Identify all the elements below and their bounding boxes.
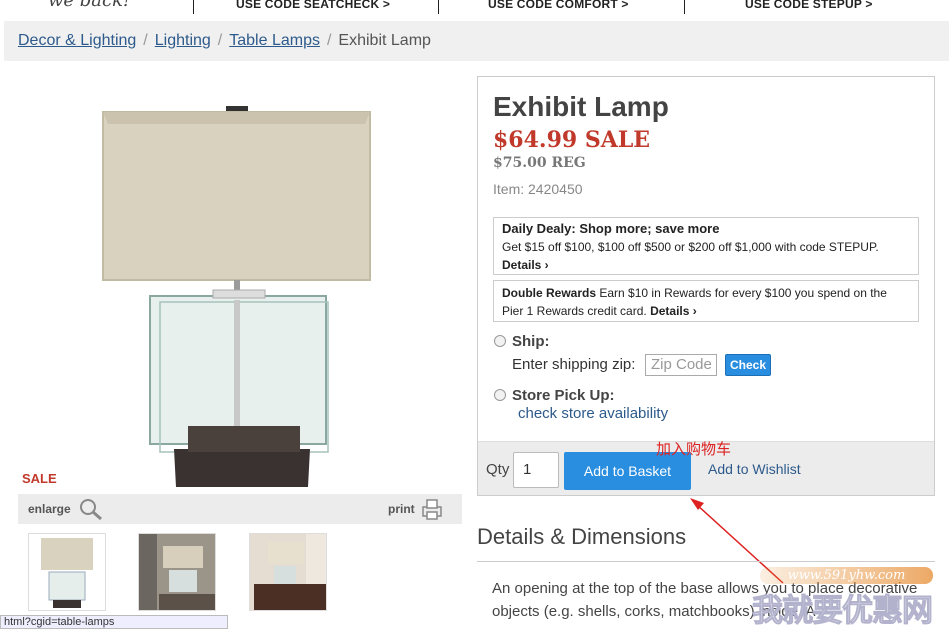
- breadcrumb-table-lamps[interactable]: Table Lamps: [229, 32, 320, 49]
- rewards-details-link[interactable]: Details ›: [650, 304, 697, 318]
- store-pickup-label: Store Pick Up:: [512, 387, 615, 404]
- check-store-availability-link[interactable]: check store availability: [518, 405, 668, 422]
- breadcrumb-separator: /: [326, 32, 332, 49]
- breadcrumb-separator: /: [217, 32, 223, 49]
- promo-bar: we back! USE CODE SEATCHECK > USE CODE C…: [0, 0, 949, 20]
- promo-script-text: we back!: [48, 0, 131, 11]
- regular-price: $75.00 REG: [493, 155, 586, 171]
- product-panel: Exhibit Lamp $64.99 SALE $75.00 REG Item…: [477, 76, 935, 496]
- thumbnail-2[interactable]: [138, 533, 216, 611]
- qty-label: Qty: [486, 461, 510, 478]
- magnifier-icon[interactable]: [78, 497, 104, 521]
- ship-radio[interactable]: [494, 335, 506, 347]
- image-tools-bar: enlarge print: [18, 494, 462, 524]
- breadcrumb: Decor & Lighting / Lighting / Table Lamps / Ex…: [18, 32, 431, 50]
- double-rewards-box: Double Rewards Earn $10 in Rewards for e…: [493, 280, 919, 322]
- breadcrumb-current: Exhibit Lamp: [338, 32, 431, 49]
- ship-label: Ship:: [512, 333, 550, 350]
- promo-code-seatcheck[interactable]: USE CODE SEATCHECK >: [236, 0, 390, 11]
- zip-label: Enter shipping zip:: [512, 356, 636, 373]
- add-to-wishlist-link[interactable]: Add to Wishlist: [708, 461, 801, 477]
- browser-status-url: html?cgid=table-lamps: [0, 615, 228, 629]
- sale-price: $64.99 SALE: [493, 127, 651, 153]
- product-image[interactable]: [100, 104, 372, 494]
- sale-label: SALE: [22, 471, 57, 486]
- item-number: Item: 2420450: [493, 181, 583, 197]
- qty-input[interactable]: 1: [513, 452, 559, 488]
- details-divider: [477, 561, 935, 562]
- watermark-text: 我就要优惠网: [752, 593, 934, 629]
- breadcrumb-lighting[interactable]: Lighting: [155, 32, 211, 49]
- daily-deal-title: Daily Dealy: Shop more; save more: [502, 221, 720, 236]
- promo-divider: [193, 0, 194, 14]
- store-pickup-radio[interactable]: [494, 389, 506, 401]
- check-zip-button[interactable]: Check: [725, 354, 771, 376]
- daily-deal-body: Get $15 off $100, $100 off $500 or $200 …: [502, 240, 879, 254]
- breadcrumb-decor-lighting[interactable]: Decor & Lighting: [18, 32, 136, 49]
- rewards-title: Double Rewards: [502, 286, 597, 300]
- print-icon[interactable]: [420, 497, 444, 521]
- print-link[interactable]: print: [388, 502, 415, 516]
- thumbnail-3[interactable]: [249, 533, 327, 611]
- daily-deal-details-link[interactable]: Details ›: [502, 258, 910, 272]
- enlarge-link[interactable]: enlarge: [28, 502, 71, 516]
- daily-deal-box: Daily Dealy: Shop more; save more Get $1…: [493, 217, 919, 275]
- breadcrumb-separator: /: [143, 32, 148, 49]
- breadcrumb-bar: Decor & Lighting / Lighting / Table Lamps / Ex…: [4, 21, 949, 61]
- details-title: Details & Dimensions: [477, 524, 687, 549]
- watermark-url: www.591yhw.com: [760, 567, 933, 584]
- annotation-text: 加入购物车: [656, 441, 732, 458]
- promo-code-comfort[interactable]: USE CODE COMFORT >: [488, 0, 629, 11]
- product-title: Exhibit Lamp: [493, 91, 669, 122]
- thumbnail-1[interactable]: [28, 533, 106, 611]
- zip-code-input[interactable]: Zip Code: [645, 354, 717, 376]
- promo-divider: [438, 0, 439, 14]
- promo-divider: [684, 0, 685, 14]
- promo-code-stepup[interactable]: USE CODE STEPUP >: [745, 0, 873, 11]
